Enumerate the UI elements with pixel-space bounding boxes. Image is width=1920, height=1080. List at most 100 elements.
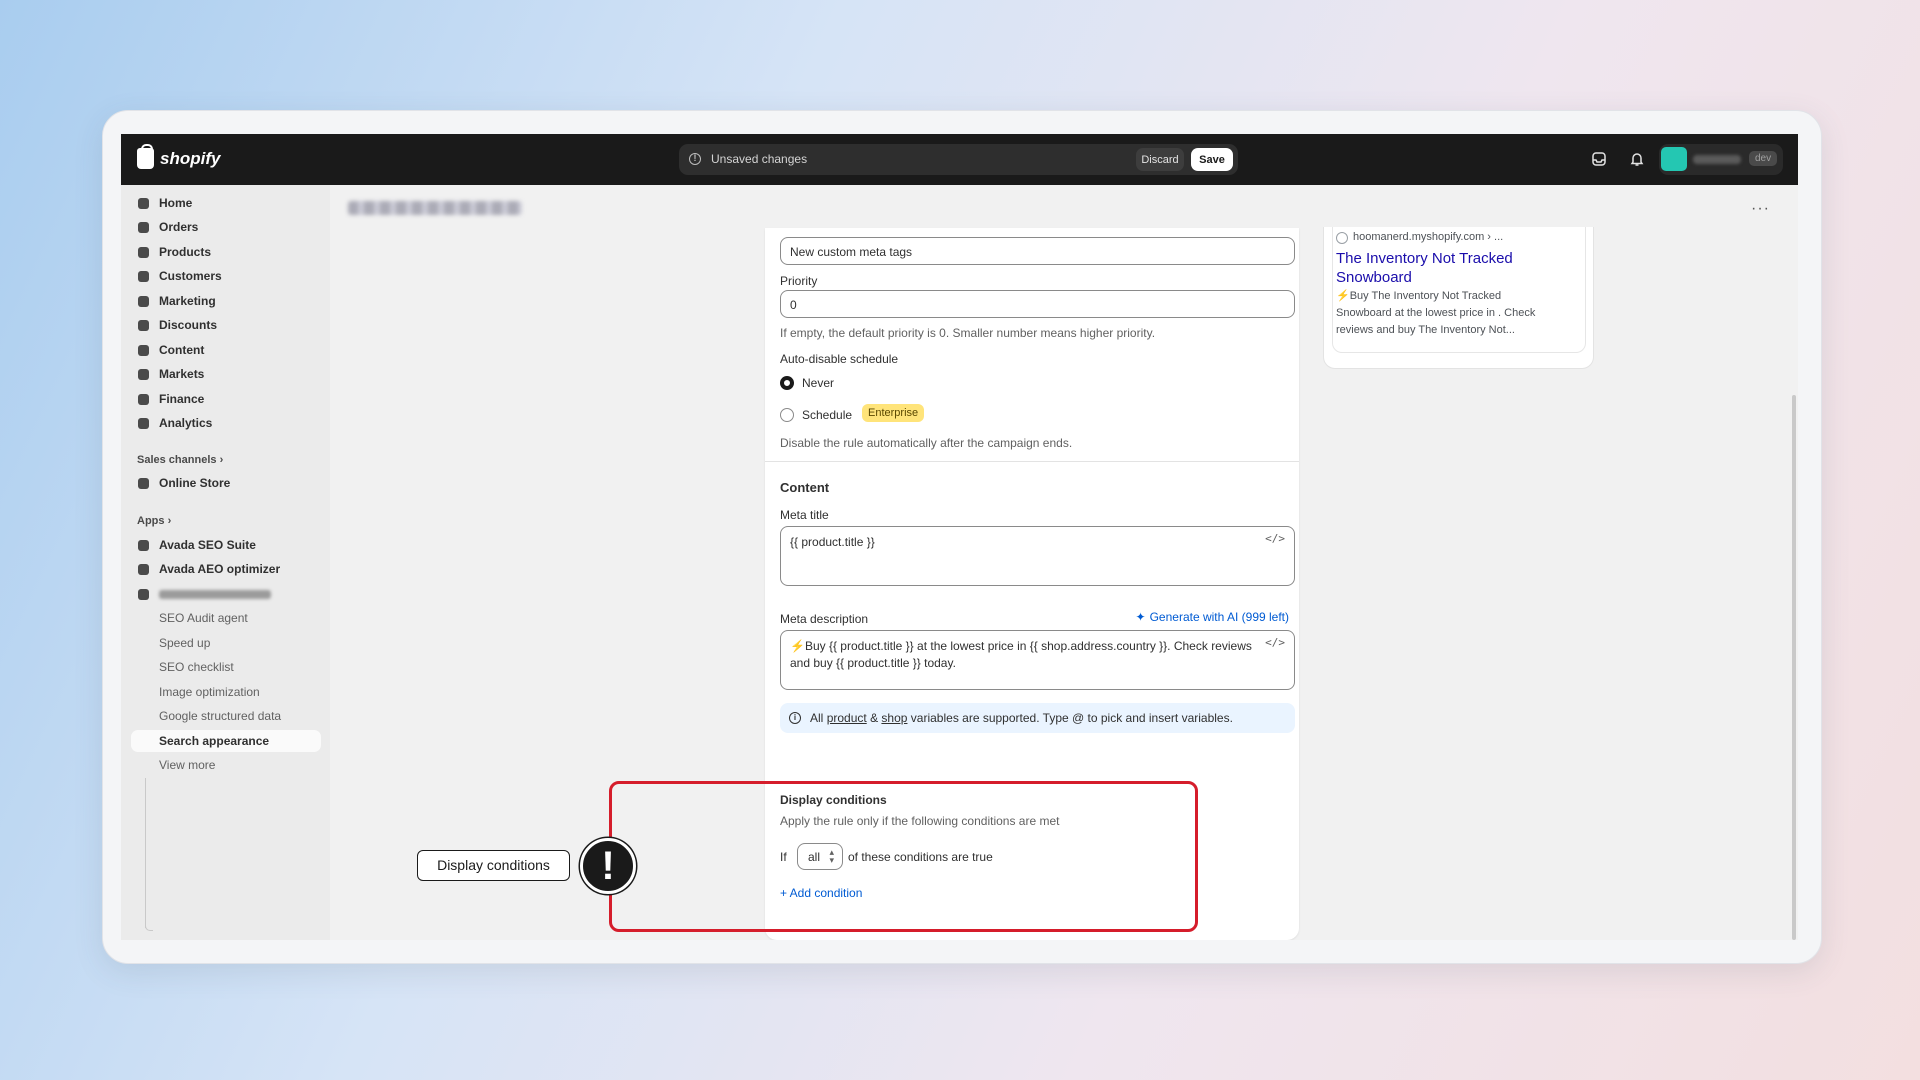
sidebar-item-avada-aeo-optimizer[interactable]: Avada AEO optimizer (131, 558, 319, 580)
meta-title-input[interactable]: {{ product.title }} </> (780, 526, 1295, 586)
top-bar: shopify ! Unsaved changes Discard Save d… (121, 134, 1798, 185)
sidebar-item-label: Markets (159, 367, 205, 381)
discounts-icon (137, 319, 149, 331)
home-icon (137, 197, 149, 209)
sidebar-item-speed-up[interactable]: Speed up (131, 632, 319, 654)
sidebar-item-finance[interactable]: Finance (131, 388, 319, 410)
sidebar-item-label: Home (159, 196, 193, 210)
warning-icon: ! (689, 153, 701, 165)
sparkle-icon: ✦ (1135, 610, 1146, 624)
avada-app-icon (137, 539, 149, 551)
apps-heading[interactable]: Apps › (137, 515, 171, 527)
schedule-label: Schedule (802, 408, 853, 422)
shop-variables-link[interactable]: shop (881, 711, 907, 725)
sidebar-item-orders[interactable]: Orders (131, 216, 319, 238)
sidebar-item-label: Content (159, 343, 205, 357)
schedule-radio[interactable] (780, 408, 794, 422)
sidebar-item-seo-audit-agent[interactable]: SEO Audit agent (131, 607, 319, 629)
sidebar-item-markets[interactable]: Markets (131, 363, 319, 385)
finance-icon (137, 393, 149, 405)
inbox-icon[interactable] (1590, 150, 1608, 168)
enterprise-badge: Enterprise (862, 404, 925, 422)
meta-description-label: Meta description (780, 612, 869, 626)
display-conditions-highlight (609, 781, 1198, 932)
sidebar-item-home[interactable]: Home (131, 192, 319, 214)
section-divider (765, 461, 1299, 462)
more-actions-icon[interactable]: ··· (1751, 200, 1770, 218)
chevron-right-icon: › (219, 454, 224, 466)
variables-info-banner: i All product & shop variables are suppo… (780, 703, 1295, 733)
discard-button[interactable]: Discard (1136, 148, 1184, 171)
sidebar-item-view-more[interactable]: View more (131, 754, 319, 776)
unsaved-changes-bar: ! Unsaved changes Discard Save (679, 144, 1238, 175)
info-text: & (870, 711, 879, 725)
marketing-icon (137, 295, 149, 307)
app-name-redacted (159, 589, 271, 599)
search-preview-card: hoomanerd.myshopify.com › ... The Invent… (1323, 227, 1594, 369)
info-text: All (810, 711, 824, 725)
sidebar-item-label: Online Store (159, 476, 231, 490)
shopify-logo[interactable]: shopify (137, 144, 221, 169)
code-icon[interactable]: </> (1265, 530, 1285, 547)
sidebar-item-image-optimization[interactable]: Image optimization (131, 681, 319, 703)
sidebar-item-customers[interactable]: Customers (131, 265, 319, 287)
sidebar-item-seo-checklist[interactable]: SEO checklist (131, 656, 319, 678)
sidebar: Home Orders Products Customers Marketing… (121, 185, 330, 940)
content-icon (137, 344, 149, 356)
scrollbar[interactable] (1792, 395, 1796, 940)
sidebar-item-avada-seo-suite[interactable]: Avada SEO Suite (131, 534, 319, 556)
customers-icon (137, 270, 149, 282)
store-icon (137, 477, 149, 489)
exclamation-marker-icon: ! (580, 838, 636, 894)
generate-with-ai-link[interactable]: ✦ Generate with AI (999 left) (1136, 610, 1289, 624)
sidebar-item-analytics[interactable]: Analytics (131, 412, 319, 434)
info-icon: i (789, 712, 801, 724)
sidebar-item-google-structured-data[interactable]: Google structured data (131, 705, 319, 727)
brand-name: shopify (160, 148, 221, 168)
product-variables-link[interactable]: product (827, 711, 867, 725)
meta-title-value: {{ product.title }} (790, 535, 875, 549)
sales-channels-heading[interactable]: Sales channels › (137, 454, 223, 466)
sidebar-item-online-store[interactable]: Online Store (131, 472, 319, 494)
sidebar-item-label: Orders (159, 220, 199, 234)
shopify-bag-icon (137, 144, 154, 169)
meta-title-label: Meta title (780, 508, 829, 522)
content-section-title: Content (780, 480, 830, 495)
never-radio[interactable] (780, 376, 794, 390)
bell-icon[interactable] (1628, 150, 1646, 168)
globe-icon (1336, 232, 1348, 244)
sidebar-item-redacted-app[interactable] (131, 583, 319, 605)
store-name-redacted (1693, 155, 1741, 164)
sales-channels-label: Sales channels (137, 454, 217, 466)
generate-ai-label: Generate with AI (999 left) (1149, 610, 1289, 624)
analytics-icon (137, 417, 149, 429)
tree-line (145, 778, 153, 928)
priority-field[interactable]: 0 (780, 290, 1295, 318)
preview-description: ⚡Buy The Inventory Not Tracked Snowboard… (1336, 290, 1536, 336)
preview-title: The Inventory Not Tracked Snowboard (1336, 250, 1513, 286)
markets-icon (137, 368, 149, 380)
sidebar-item-search-appearance[interactable]: Search appearance (131, 730, 321, 752)
sidebar-item-label: Avada AEO optimizer (159, 562, 281, 576)
sidebar-item-label: Avada SEO Suite (159, 538, 256, 552)
rule-name-field[interactable]: New custom meta tags (780, 237, 1295, 265)
display-conditions-callout: Display conditions (417, 850, 570, 881)
code-icon[interactable]: </> (1265, 634, 1285, 651)
apps-label: Apps (137, 515, 165, 527)
sidebar-item-content[interactable]: Content (131, 339, 319, 361)
orders-icon (137, 221, 149, 233)
sidebar-item-marketing[interactable]: Marketing (131, 290, 319, 312)
sidebar-item-label: Discounts (159, 318, 218, 332)
sidebar-item-products[interactable]: Products (131, 241, 319, 263)
sidebar-item-label: Analytics (159, 416, 213, 430)
search-result-preview: hoomanerd.myshopify.com › ... The Invent… (1332, 227, 1586, 353)
sidebar-item-label: Marketing (159, 294, 216, 308)
chevron-right-icon: › (167, 515, 172, 527)
meta-description-input[interactable]: ⚡Buy {{ product.title }} at the lowest p… (780, 630, 1295, 690)
store-switcher[interactable]: dev (1659, 144, 1783, 175)
sidebar-item-discounts[interactable]: Discounts (131, 314, 319, 336)
auto-disable-label: Auto-disable schedule (780, 352, 899, 366)
store-avatar (1661, 147, 1687, 171)
save-button[interactable]: Save (1191, 148, 1233, 171)
sidebar-item-label: Finance (159, 392, 205, 406)
